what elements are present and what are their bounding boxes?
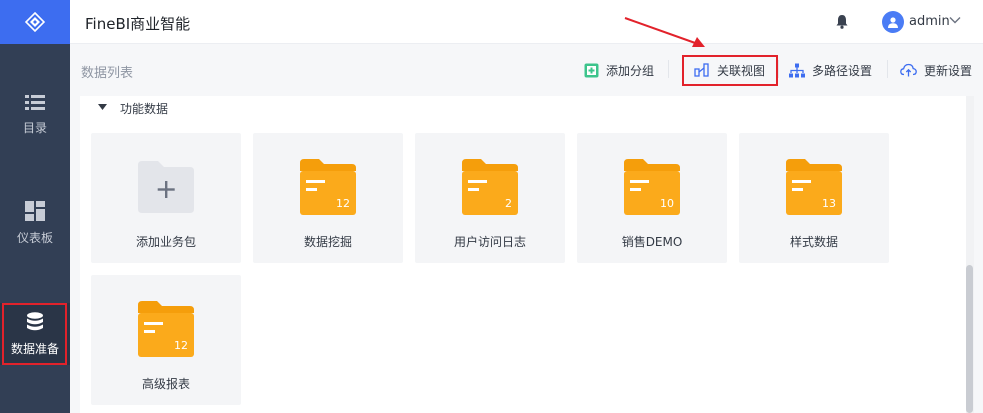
update-settings-button[interactable]: 更新设置 — [900, 62, 972, 78]
avatar[interactable] — [882, 11, 904, 33]
card-label: 用户访问日志 — [453, 235, 526, 249]
add-group-icon — [584, 63, 599, 77]
update-settings-label: 更新设置 — [924, 63, 973, 78]
add-package-card[interactable]: 添加业务包 — [91, 133, 241, 263]
folder-icon: 12 — [300, 159, 356, 215]
add-folder-icon — [138, 161, 194, 213]
annotation-arrow — [624, 17, 705, 47]
scrollbar-thumb[interactable] — [966, 265, 973, 413]
item-count-badge: 10 — [660, 197, 674, 210]
user-name[interactable]: admin — [909, 14, 950, 29]
toolbar-divider — [668, 60, 669, 78]
item-count-badge: 12 — [336, 197, 350, 210]
dashboard-icon — [25, 200, 45, 221]
item-count-badge: 2 — [505, 197, 512, 210]
package-card[interactable]: 13 样式数据 — [739, 133, 889, 263]
app-title: FineBI商业智能 — [85, 15, 191, 33]
item-count-badge: 12 — [174, 339, 188, 352]
app-logo[interactable] — [0, 0, 70, 44]
card-label: 数据挖掘 — [303, 235, 352, 249]
multipath-settings-label: 多路径设置 — [812, 63, 873, 78]
card-label: 高级报表 — [141, 377, 190, 391]
toolbar-divider — [887, 60, 888, 78]
folder-icon: 10 — [624, 159, 680, 215]
add-group-label: 添加分组 — [606, 63, 655, 78]
group-label[interactable]: 功能数据 — [120, 100, 168, 117]
caret-down-icon[interactable] — [98, 104, 107, 110]
item-count-badge: 13 — [822, 197, 836, 210]
multipath-settings-button[interactable]: 多路径设置 — [789, 62, 872, 78]
folder-icon: 12 — [138, 301, 194, 357]
package-card[interactable]: 10 销售DEMO — [577, 133, 727, 263]
section-title: 数据列表 — [81, 66, 134, 81]
top-header: FineBI商业智能 admin — [70, 0, 983, 44]
logo-icon — [25, 12, 45, 32]
cloud-refresh-icon — [900, 63, 917, 77]
chevron-down-icon[interactable] — [949, 16, 961, 24]
highlight-box-relation-view — [682, 55, 778, 86]
folder-icon: 13 — [786, 159, 842, 215]
folder-icon: 2 — [462, 159, 518, 215]
add-group-button[interactable]: 添加分组 — [584, 62, 654, 78]
sidebar-item-dashboard[interactable]: 仪表板 — [0, 192, 70, 254]
sidebar-item-label: 仪表板 — [16, 230, 53, 245]
package-card[interactable]: 12 高级报表 — [91, 275, 241, 405]
card-label: 样式数据 — [789, 235, 838, 249]
list-icon — [25, 94, 45, 110]
hierarchy-icon — [789, 63, 805, 77]
sidebar-item-catalog[interactable]: 目录 — [0, 84, 70, 146]
card-label: 销售DEMO — [621, 235, 683, 249]
sidebar-item-label: 目录 — [22, 120, 47, 135]
highlight-box-sidebar — [2, 303, 67, 365]
package-card[interactable]: 2 用户访问日志 — [415, 133, 565, 263]
bell-icon[interactable] — [835, 14, 849, 29]
package-card[interactable]: 12 数据挖掘 — [253, 133, 403, 263]
card-label: 添加业务包 — [135, 235, 196, 249]
toolbar-divider — [778, 60, 779, 78]
user-icon — [888, 17, 898, 28]
